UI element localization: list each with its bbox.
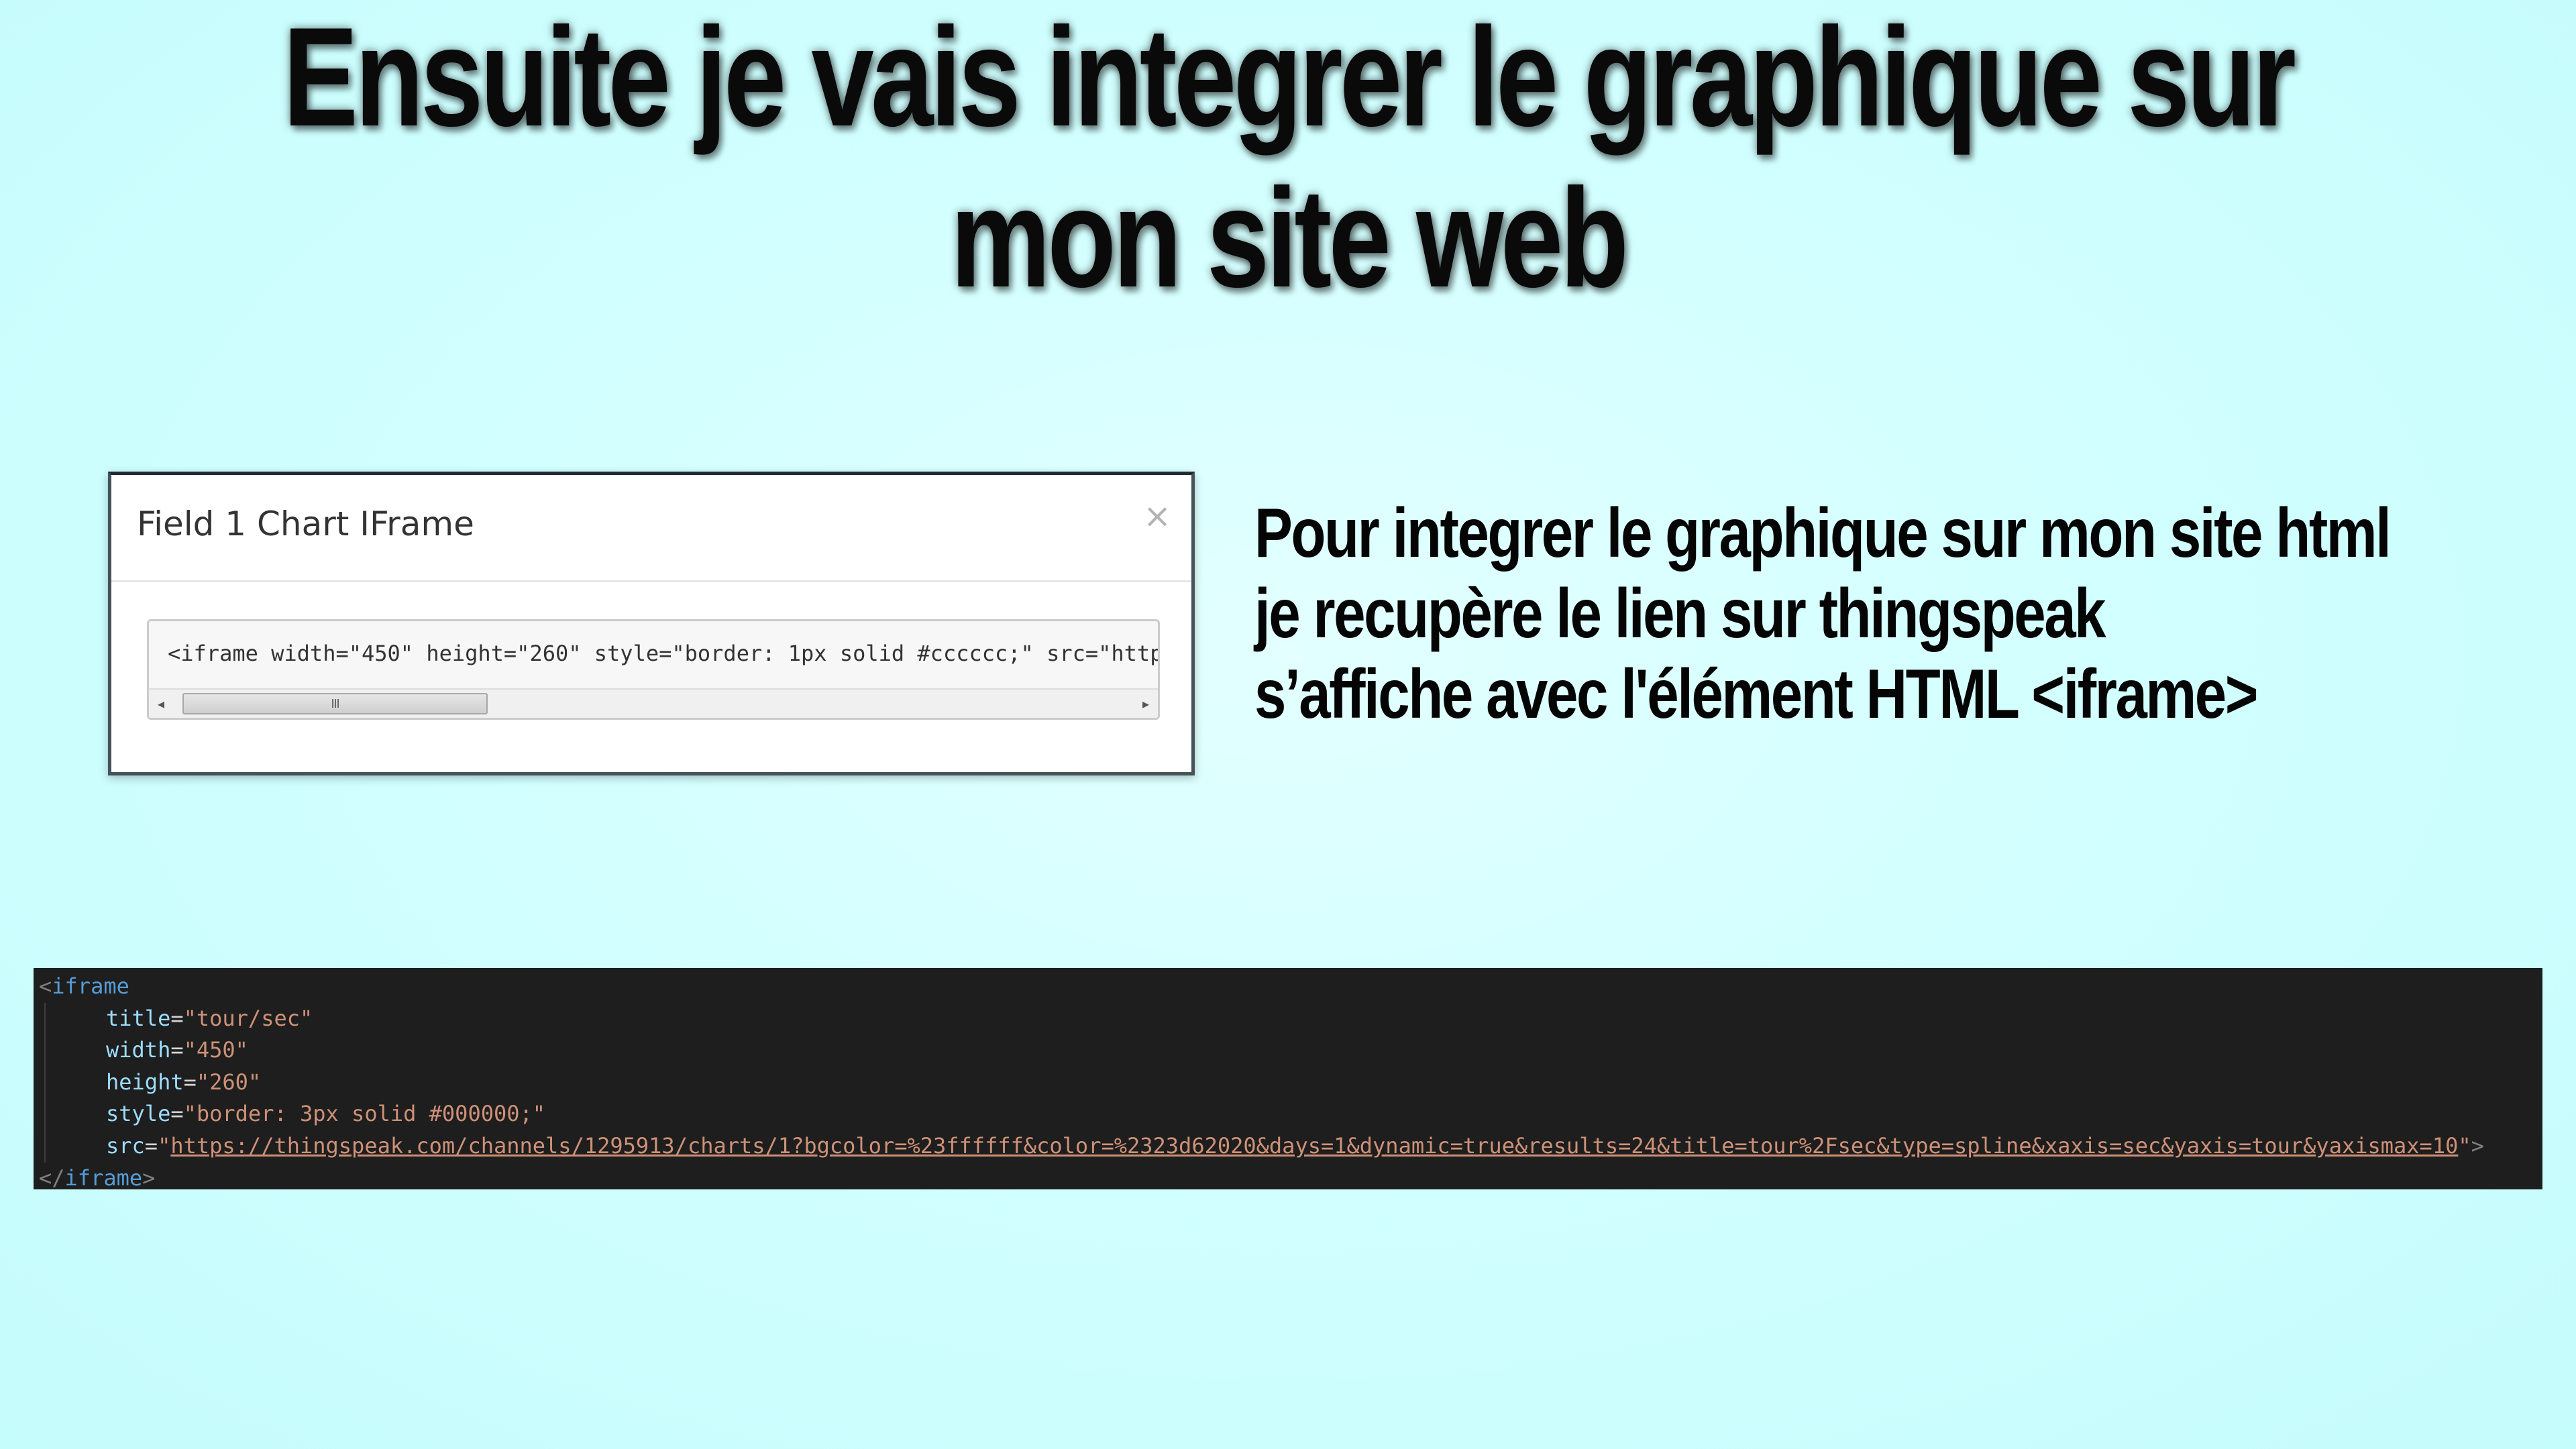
code-editor-content: <iframe title="tour/sec" width="450" hei… [39,971,2484,1189]
indent-guide [44,1034,106,1067]
slide-title-line-2: mon site web [950,159,1629,317]
code-close-open-bracket: </ [39,1165,65,1189]
code-line-attribute: style="border: 3px solid #000000;" [39,1098,2484,1130]
code-equals: = [170,1037,184,1063]
indent-guide [44,1098,106,1130]
code-line-attribute: src="https://thingspeak.com/channels/129… [39,1130,2484,1163]
code-attr-name: src [106,1132,145,1159]
embed-code-textarea[interactable]: <iframe width="450" height="260" style="… [147,619,1160,720]
indent-guide [44,1066,106,1099]
code-attr-value: 260 [209,1069,248,1095]
indent-guide [44,1130,106,1163]
code-attr-value: tour/sec [196,1005,300,1031]
code-close-bracket: > [2471,1132,2484,1159]
code-equals: = [170,1101,184,1127]
code-line-open-tag: <iframe [39,971,2484,1003]
code-quote: " [183,1037,197,1063]
modal-header: Field 1 Chart IFrame × [111,475,1191,582]
code-attr-value: 450 [196,1037,235,1063]
indent-guide [44,1002,106,1035]
code-quote: " [248,1069,262,1095]
code-attr-name: title [106,1005,171,1031]
code-quote: " [532,1101,546,1127]
close-icon[interactable]: × [1143,499,1171,533]
code-equals: = [144,1132,158,1159]
code-open-tag: iframe [52,973,129,999]
code-line-attribute: height="260" [39,1066,2484,1099]
code-quote: " [183,1101,197,1127]
slide-title-line-1: Ensuite je vais integrer le graphique su… [282,0,2296,156]
code-line-attribute: width="450" [39,1034,2484,1067]
code-equals: = [170,1005,184,1031]
scrollbar-thumb[interactable]: III [182,693,488,714]
code-open-bracket: < [39,973,52,999]
code-line-attribute: title="tour/sec" [39,1002,2484,1035]
code-quote: " [196,1069,210,1095]
code-attr-name: style [106,1101,171,1127]
description-line-2: je recupère le lien sur thingspeak [1254,575,2106,653]
iframe-embed-modal: Field 1 Chart IFrame × <iframe width="45… [108,472,1195,775]
embed-code-text: <iframe width="450" height="260" style="… [168,641,1160,666]
scroll-right-icon[interactable]: ▸ [1134,690,1158,718]
scrollbar-grip-icon: III [331,696,339,710]
code-close-bracket: > [142,1165,156,1189]
code-line-close-tag: </iframe> [39,1163,2484,1189]
code-close-tag: iframe [64,1165,143,1189]
code-quote: " [235,1037,248,1063]
code-attr-name: height [106,1069,184,1095]
horizontal-scrollbar[interactable]: ◂ III ▸ [149,688,1158,718]
code-quote: " [158,1132,171,1159]
description-text: Pour integrer le graphique sur mon site … [1254,493,2392,735]
scroll-left-icon[interactable]: ◂ [149,690,173,718]
code-equals: = [183,1069,197,1095]
code-quote: " [299,1005,313,1031]
code-attr-name: width [106,1037,171,1063]
code-attr-value: border: 3px solid #000000; [196,1101,533,1127]
modal-title: Field 1 Chart IFrame [137,504,474,543]
slide-title: Ensuite je vais integrer le graphique su… [258,0,2318,317]
code-quote: " [183,1005,197,1031]
code-src-link[interactable]: https://thingspeak.com/channels/1295913/… [170,1133,2458,1159]
description-line-3: s’affiche avec l'élément HTML <iframe> [1254,655,2259,733]
description-line-1: Pour integrer le graphique sur mon site … [1254,494,2392,572]
code-quote: " [2458,1132,2471,1159]
code-editor: <iframe title="tour/sec" width="450" hei… [34,968,2542,1189]
